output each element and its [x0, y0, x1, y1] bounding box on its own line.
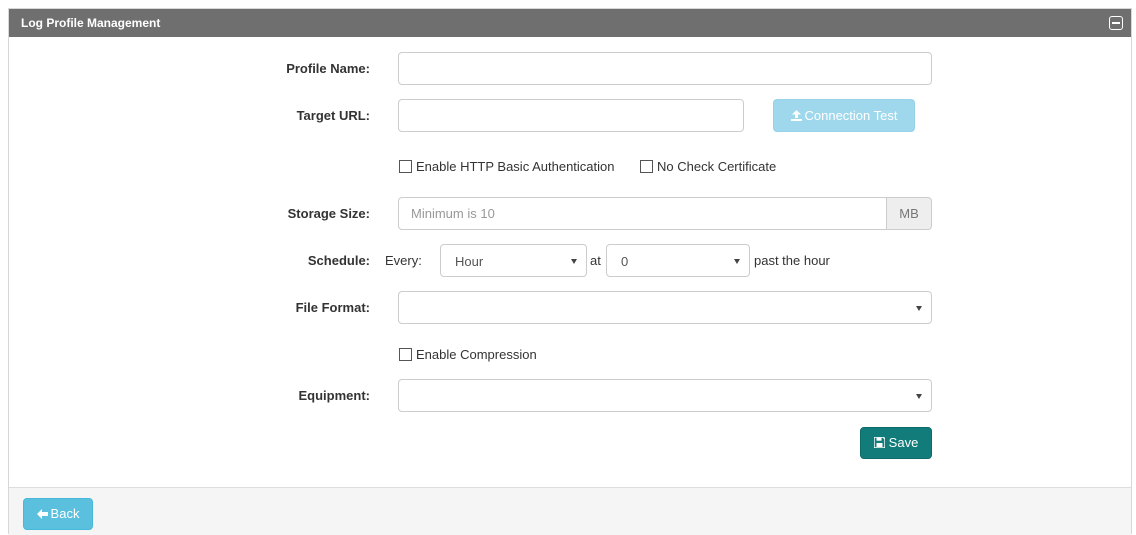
log-profile-panel: Log Profile Management Profile Name: Tar…	[8, 8, 1132, 535]
save-button[interactable]: Save	[860, 427, 932, 459]
schedule-interval-value: Hour	[455, 254, 484, 269]
schedule-interval-select[interactable]: Hour	[440, 244, 587, 277]
schedule-minute-value: 0	[621, 254, 629, 269]
schedule-every-text: Every:	[385, 253, 422, 268]
chevron-down-icon	[916, 394, 922, 399]
floppy-disk-icon	[872, 436, 886, 449]
compression-option[interactable]: Enable Compression	[399, 347, 537, 363]
save-label: Save	[888, 435, 919, 450]
equipment-select[interactable]	[398, 379, 932, 412]
chevron-down-icon	[571, 259, 577, 264]
panel-header: Log Profile Management	[9, 9, 1131, 37]
http-auth-label: Enable HTTP Basic Authentication	[416, 159, 615, 174]
file-format-label: File Format:	[295, 300, 370, 315]
file-format-select[interactable]	[398, 291, 932, 324]
schedule-label: Schedule:	[307, 253, 370, 268]
connection-test-button[interactable]: Connection Test	[773, 99, 915, 132]
upload-icon	[790, 110, 802, 121]
storage-size-input[interactable]	[398, 197, 887, 230]
chevron-down-icon	[916, 306, 922, 311]
no-check-cert-checkbox[interactable]	[640, 160, 653, 173]
target-url-input[interactable]	[398, 99, 744, 132]
schedule-minute-select[interactable]: 0	[606, 244, 750, 277]
schedule-at-text: at	[590, 253, 601, 268]
back-button[interactable]: Back	[23, 498, 93, 530]
storage-size-label: Storage Size:	[287, 206, 370, 221]
http-auth-option[interactable]: Enable HTTP Basic Authentication	[399, 159, 615, 175]
compression-checkbox[interactable]	[399, 348, 412, 361]
arrow-left-icon	[36, 509, 48, 519]
panel-footer: Back	[9, 487, 1131, 535]
minus-square-icon[interactable]	[1109, 16, 1123, 30]
profile-name-label: Profile Name:	[286, 61, 370, 76]
schedule-suffix-text: past the hour	[754, 253, 830, 268]
profile-name-input[interactable]	[398, 52, 932, 85]
chevron-down-icon	[734, 259, 740, 264]
connection-test-label: Connection Test	[804, 108, 898, 123]
no-check-cert-option[interactable]: No Check Certificate	[640, 159, 776, 175]
compression-label: Enable Compression	[416, 347, 537, 362]
storage-unit-addon: MB	[886, 197, 932, 230]
equipment-label: Equipment:	[298, 388, 371, 403]
back-label: Back	[50, 506, 80, 521]
http-auth-checkbox[interactable]	[399, 160, 412, 173]
no-check-cert-label: No Check Certificate	[657, 159, 777, 174]
panel-title: Log Profile Management	[21, 16, 161, 30]
target-url-label: Target URL:	[296, 108, 370, 123]
